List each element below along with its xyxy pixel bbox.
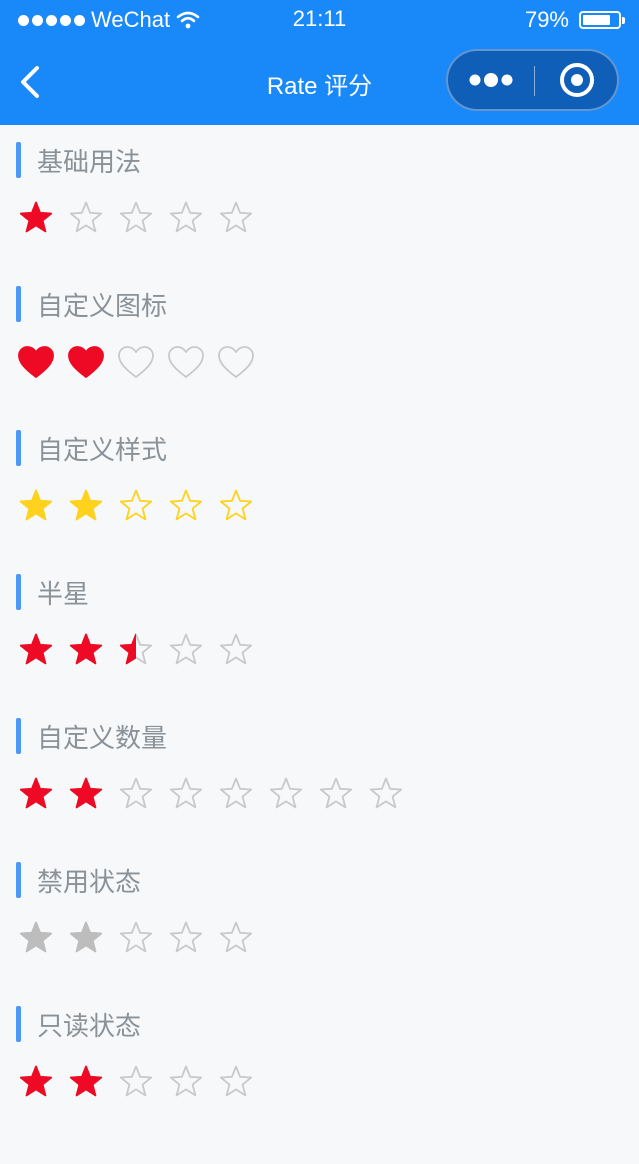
star-icon (219, 921, 253, 953)
title-accent-bar (16, 286, 21, 322)
close-miniprogram-button[interactable] (535, 51, 619, 109)
star-icon (119, 1065, 153, 1097)
title-accent-bar (16, 574, 21, 610)
star-icon[interactable] (166, 775, 206, 815)
title-accent-bar (16, 718, 21, 754)
star-icon[interactable] (216, 199, 256, 239)
star-icon[interactable] (116, 775, 156, 815)
rate-readonly (16, 1063, 256, 1103)
section-title: 自定义图标 (16, 285, 167, 323)
section-title-text: 只读状态 (37, 1011, 142, 1042)
battery-level (583, 15, 610, 25)
title-accent-bar (16, 430, 21, 466)
target-circle-icon (560, 63, 594, 97)
star-icon[interactable] (116, 199, 156, 239)
star-icon[interactable] (266, 775, 306, 815)
section-title: 半星 (16, 573, 89, 611)
title-accent-bar (16, 1006, 21, 1042)
star-icon (19, 921, 53, 953)
star-icon[interactable] (216, 487, 256, 527)
section-title-text: 自定义样式 (37, 435, 168, 466)
star-icon[interactable] (116, 487, 156, 527)
star-icon[interactable] (66, 775, 106, 815)
more-dots-icon (469, 73, 513, 87)
star-icon[interactable] (16, 631, 56, 671)
star-icon[interactable] (316, 775, 356, 815)
star-icon[interactable] (116, 631, 156, 671)
star-icon[interactable] (166, 487, 206, 527)
section-title: 自定义数量 (16, 717, 167, 755)
section-title: 只读状态 (16, 1005, 141, 1043)
navigation-bar: Rate 评分 (0, 40, 639, 125)
star-icon[interactable] (66, 631, 106, 671)
section-title-text: 基础用法 (37, 147, 142, 178)
title-accent-bar (16, 862, 21, 898)
star-icon[interactable] (66, 487, 106, 527)
star-icon[interactable] (66, 199, 106, 239)
star-icon[interactable] (216, 631, 256, 671)
rate-custom-style[interactable] (16, 487, 256, 527)
rate-half-star[interactable] (16, 631, 256, 671)
star-icon[interactable] (166, 199, 206, 239)
heart-icon[interactable] (216, 343, 256, 383)
heart-icon[interactable] (66, 343, 106, 383)
star-icon[interactable] (216, 775, 256, 815)
heart-icon[interactable] (16, 343, 56, 383)
section-title-text: 自定义数量 (37, 723, 168, 754)
star-icon[interactable] (166, 631, 206, 671)
rate-custom-icon[interactable] (16, 343, 256, 383)
star-icon[interactable] (16, 487, 56, 527)
more-button[interactable] (448, 51, 534, 109)
star-icon (169, 1065, 203, 1097)
section-title-text: 自定义图标 (37, 291, 168, 322)
battery-icon (579, 11, 625, 29)
star-icon[interactable] (16, 775, 56, 815)
star-icon (119, 921, 153, 953)
star-icon (69, 1065, 103, 1097)
status-bar: WeChat 21:11 79% (0, 0, 639, 40)
rate-basic[interactable] (16, 199, 256, 239)
star-icon (69, 921, 103, 953)
rate-custom-count[interactable] (16, 775, 406, 815)
section-title: 自定义样式 (16, 429, 167, 467)
battery-status: 79% (524, 7, 625, 33)
star-icon (169, 921, 203, 953)
title-accent-bar (16, 142, 21, 178)
section-title: 基础用法 (16, 141, 141, 179)
section-title-text: 半星 (37, 579, 90, 610)
section-title: 禁用状态 (16, 861, 141, 899)
section-title-text: 禁用状态 (37, 867, 142, 898)
battery-percent: 79% (524, 7, 569, 32)
heart-icon[interactable] (116, 343, 156, 383)
heart-icon[interactable] (166, 343, 206, 383)
star-icon[interactable] (16, 199, 56, 239)
rate-disabled (16, 919, 256, 959)
star-icon (19, 1065, 53, 1097)
miniprogram-capsule (446, 49, 619, 111)
star-icon (219, 1065, 253, 1097)
star-icon[interactable] (366, 775, 406, 815)
